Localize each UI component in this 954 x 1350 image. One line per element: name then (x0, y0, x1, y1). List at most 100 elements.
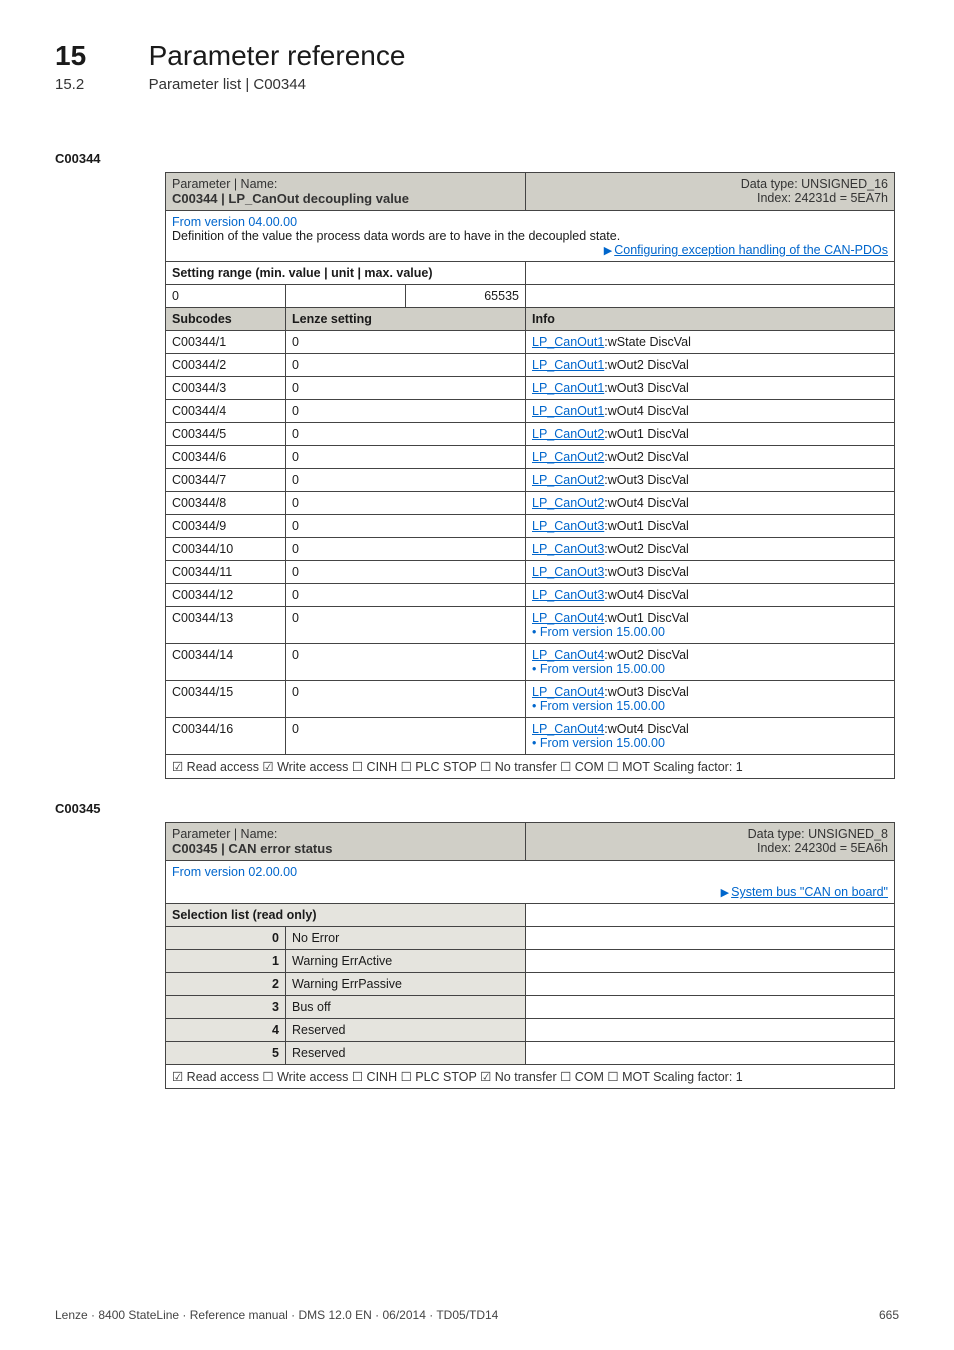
info-cell: LP_CanOut1:wOut4 DiscVal (526, 400, 895, 423)
info-suffix: :wOut3 DiscVal (604, 381, 689, 395)
info-cell: LP_CanOut3:wOut2 DiscVal (526, 538, 895, 561)
setting-range-label: Setting range (min. value | unit | max. … (166, 262, 526, 285)
info-suffix: :wOut2 DiscVal (604, 542, 689, 556)
subcode-cell: C00344/10 (166, 538, 286, 561)
subcode-cell: C00344/8 (166, 492, 286, 515)
config-link[interactable]: Configuring exception handling of the CA… (614, 243, 888, 257)
selection-number: 3 (166, 996, 286, 1019)
info-cell: LP_CanOut2:wOut3 DiscVal (526, 469, 895, 492)
description2-cell: From version 02.00.00 ▶System bus "CAN o… (166, 861, 895, 904)
info-cell: LP_CanOut2:wOut2 DiscVal (526, 446, 895, 469)
selection-text: Warning ErrPassive (286, 973, 526, 996)
section-row: 15.2 Parameter list | C00344 (55, 76, 899, 93)
info-suffix: :wOut4 DiscVal (604, 722, 689, 736)
param-table-c00345: Parameter | Name: C00345 | CAN error sta… (165, 822, 895, 1089)
header2-name: C00345 | CAN error status (172, 841, 332, 856)
min-value: 0 (166, 285, 286, 308)
info-link[interactable]: LP_CanOut4 (532, 648, 604, 662)
subcode-cell: C00344/15 (166, 681, 286, 718)
from-version-link[interactable]: From version 04.00.00 (172, 215, 297, 229)
info-link[interactable]: LP_CanOut4 (532, 611, 604, 625)
info-link[interactable]: LP_CanOut4 (532, 685, 604, 699)
selection-blank-cell (526, 950, 895, 973)
info-link[interactable]: LP_CanOut2 (532, 427, 604, 441)
lenze-setting-cell: 0 (286, 331, 526, 354)
setting-range-blank (526, 262, 895, 285)
subcode-cell: C00344/2 (166, 354, 286, 377)
info-link[interactable]: LP_CanOut1 (532, 404, 604, 418)
col-subcodes: Subcodes (166, 308, 286, 331)
lenze-setting-cell: 0 (286, 354, 526, 377)
table2-footer: ☑ Read access ☐ Write access ☐ CINH ☐ PL… (166, 1065, 895, 1089)
lenze-setting-cell: 0 (286, 681, 526, 718)
subcode-cell: C00344/3 (166, 377, 286, 400)
selection-text: Bus off (286, 996, 526, 1019)
info-link[interactable]: LP_CanOut2 (532, 496, 604, 510)
selection-number: 4 (166, 1019, 286, 1042)
info-link[interactable]: LP_CanOut2 (532, 450, 604, 464)
table2-header-right: Data type: UNSIGNED_8 Index: 24230d = 5E… (526, 823, 895, 861)
table-header-right: Data type: UNSIGNED_16 Index: 24231d = 5… (526, 173, 895, 211)
info-link[interactable]: LP_CanOut3 (532, 565, 604, 579)
header-name: C00344 | LP_CanOut decoupling value (172, 191, 409, 206)
info-link[interactable]: LP_CanOut3 (532, 519, 604, 533)
info-cell: LP_CanOut2:wOut1 DiscVal (526, 423, 895, 446)
info-cell: LP_CanOut3:wOut3 DiscVal (526, 561, 895, 584)
max-value: 65535 (406, 285, 526, 308)
lenze-setting-cell: 0 (286, 538, 526, 561)
from-version-note[interactable]: • From version 15.00.00 (532, 662, 665, 676)
info-suffix: :wOut2 DiscVal (604, 450, 689, 464)
from-version-note[interactable]: • From version 15.00.00 (532, 736, 665, 750)
unit-blank (286, 285, 406, 308)
info-cell: LP_CanOut3:wOut1 DiscVal (526, 515, 895, 538)
info-suffix: :wOut3 DiscVal (604, 685, 689, 699)
info-link[interactable]: LP_CanOut1 (532, 358, 604, 372)
subcode-cell: C00344/13 (166, 607, 286, 644)
selection-blank (526, 904, 895, 927)
info-suffix: :wOut2 DiscVal (604, 358, 689, 372)
subcode-cell: C00344/5 (166, 423, 286, 446)
info-link[interactable]: LP_CanOut1 (532, 381, 604, 395)
lenze-setting-cell: 0 (286, 718, 526, 755)
col-lenze-setting: Lenze setting (286, 308, 526, 331)
chapter-number: 15 (55, 40, 145, 72)
selection-blank-cell (526, 1019, 895, 1042)
selection-text: No Error (286, 927, 526, 950)
info-link[interactable]: LP_CanOut1 (532, 335, 604, 349)
info-cell: LP_CanOut1:wState DiscVal (526, 331, 895, 354)
from-version-note[interactable]: • From version 15.00.00 (532, 699, 665, 713)
info-cell: LP_CanOut4:wOut2 DiscVal • From version … (526, 644, 895, 681)
header-label: Parameter | Name: (172, 177, 277, 191)
subcode-cell: C00344/1 (166, 331, 286, 354)
info-link[interactable]: LP_CanOut3 (532, 588, 604, 602)
system-bus-link[interactable]: System bus "CAN on board" (731, 885, 888, 899)
info-suffix: :wOut4 DiscVal (604, 404, 689, 418)
selection-list-label: Selection list (read only) (166, 904, 526, 927)
lenze-setting-cell: 0 (286, 377, 526, 400)
subcode-cell: C00344/6 (166, 446, 286, 469)
lenze-setting-cell: 0 (286, 584, 526, 607)
arrow-icon: ▶ (721, 887, 729, 899)
from-version-note[interactable]: • From version 15.00.00 (532, 625, 665, 639)
info-link[interactable]: LP_CanOut4 (532, 722, 604, 736)
info-suffix: :wOut1 DiscVal (604, 611, 689, 625)
selection-number: 5 (166, 1042, 286, 1065)
section-title: Parameter list | C00344 (149, 76, 306, 93)
subcode-cell: C00344/4 (166, 400, 286, 423)
definition-text: Definition of the value the process data… (172, 229, 620, 243)
subcode-cell: C00344/16 (166, 718, 286, 755)
info-suffix: :wOut1 DiscVal (604, 519, 689, 533)
footer-right: 665 (879, 1308, 899, 1322)
info-cell: LP_CanOut1:wOut3 DiscVal (526, 377, 895, 400)
selection-number: 0 (166, 927, 286, 950)
info-cell: LP_CanOut3:wOut4 DiscVal (526, 584, 895, 607)
from-version2-link[interactable]: From version 02.00.00 (172, 865, 297, 879)
param-table-c00344: Parameter | Name: C00344 | LP_CanOut dec… (165, 172, 895, 779)
info-cell: LP_CanOut2:wOut4 DiscVal (526, 492, 895, 515)
code-anchor-c00344: C00344 (55, 151, 899, 166)
info-link[interactable]: LP_CanOut3 (532, 542, 604, 556)
lenze-setting-cell: 0 (286, 423, 526, 446)
subcode-cell: C00344/12 (166, 584, 286, 607)
info-link[interactable]: LP_CanOut2 (532, 473, 604, 487)
info-cell: LP_CanOut4:wOut3 DiscVal • From version … (526, 681, 895, 718)
